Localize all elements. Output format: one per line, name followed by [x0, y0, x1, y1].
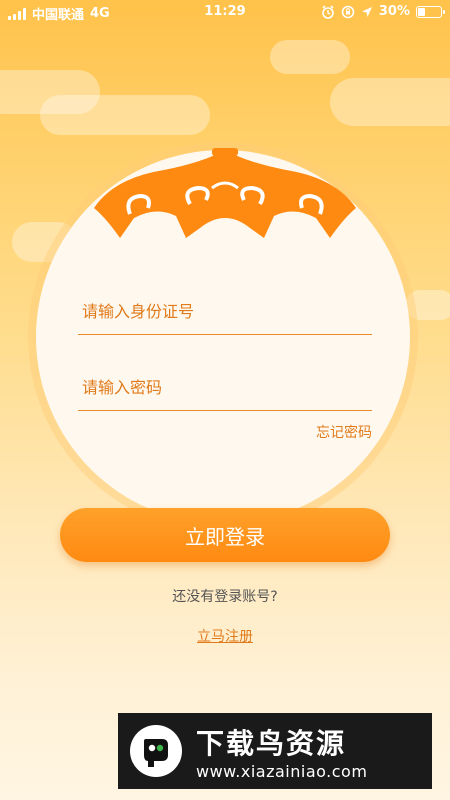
- crown-ornament-icon: [94, 148, 356, 238]
- watermark-url: www.xiazainiao.com: [196, 761, 368, 781]
- watermark-title: 下载鸟资源: [196, 726, 347, 760]
- bird-logo-icon: [130, 725, 182, 777]
- password-input[interactable]: [78, 377, 372, 397]
- battery-icon: [416, 5, 445, 18]
- forgot-password-link[interactable]: 忘记密码: [316, 422, 372, 442]
- battery-percent: 30%: [378, 4, 410, 19]
- watermark-text: 下载鸟资源 www.xiazainiao.com: [196, 722, 367, 781]
- cloud-decoration: [330, 78, 450, 126]
- password-field: [78, 364, 372, 411]
- no-account-text: 还没有登录账号?: [172, 589, 278, 605]
- cloud-decoration: [405, 290, 450, 320]
- id-number-input[interactable]: [78, 301, 372, 321]
- id-number-field: [78, 288, 372, 335]
- cloud-decoration: [40, 95, 210, 135]
- location-icon: [361, 6, 372, 17]
- status-bar: 中国联通 4G 11:29 30%: [0, 0, 450, 24]
- register-link: 立马注册: [0, 626, 450, 646]
- battery-level: [418, 7, 426, 16]
- watermark-banner: 下载鸟资源 www.xiazainiao.com: [118, 713, 432, 789]
- alarm-icon: [322, 4, 334, 19]
- cloud-decoration: [270, 40, 350, 74]
- register-link-label[interactable]: 立马注册: [197, 629, 253, 645]
- rotation-lock-icon: [341, 5, 355, 18]
- login-button[interactable]: 立即登录: [60, 508, 390, 562]
- status-right: 30%: [321, 4, 445, 19]
